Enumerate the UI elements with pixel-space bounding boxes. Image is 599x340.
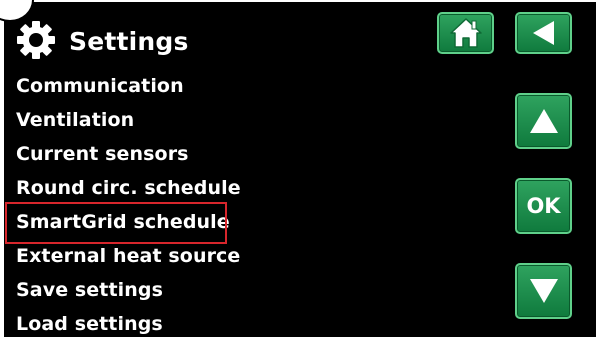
ok-label: OK — [526, 194, 561, 218]
back-button[interactable] — [515, 12, 572, 54]
down-button[interactable] — [515, 263, 572, 319]
gear-icon — [17, 21, 55, 59]
page-title: Settings — [69, 27, 189, 56]
menu-item-external-heat-source[interactable]: External heat source — [16, 239, 241, 273]
back-arrow-icon — [532, 21, 554, 45]
menu-item-load-settings[interactable]: Load settings — [16, 307, 241, 340]
menu-item-round-circ-schedule[interactable]: Round circ. schedule — [16, 171, 241, 205]
menu-item-smartgrid-schedule[interactable]: SmartGrid schedule — [16, 205, 241, 239]
up-button[interactable] — [515, 93, 572, 149]
settings-menu: Communication Ventilation Current sensor… — [16, 69, 241, 340]
home-button[interactable] — [437, 12, 494, 54]
menu-item-communication[interactable]: Communication — [16, 69, 241, 103]
settings-screen: Settings Communication Ventilation Curre… — [0, 0, 599, 340]
home-icon — [449, 18, 482, 48]
down-arrow-icon — [529, 279, 558, 303]
menu-item-save-settings[interactable]: Save settings — [16, 273, 241, 307]
menu-item-current-sensors[interactable]: Current sensors — [16, 137, 241, 171]
header: Settings — [16, 18, 189, 62]
ok-button[interactable]: OK — [515, 178, 572, 234]
menu-item-ventilation[interactable]: Ventilation — [16, 103, 241, 137]
up-arrow-icon — [529, 109, 558, 133]
